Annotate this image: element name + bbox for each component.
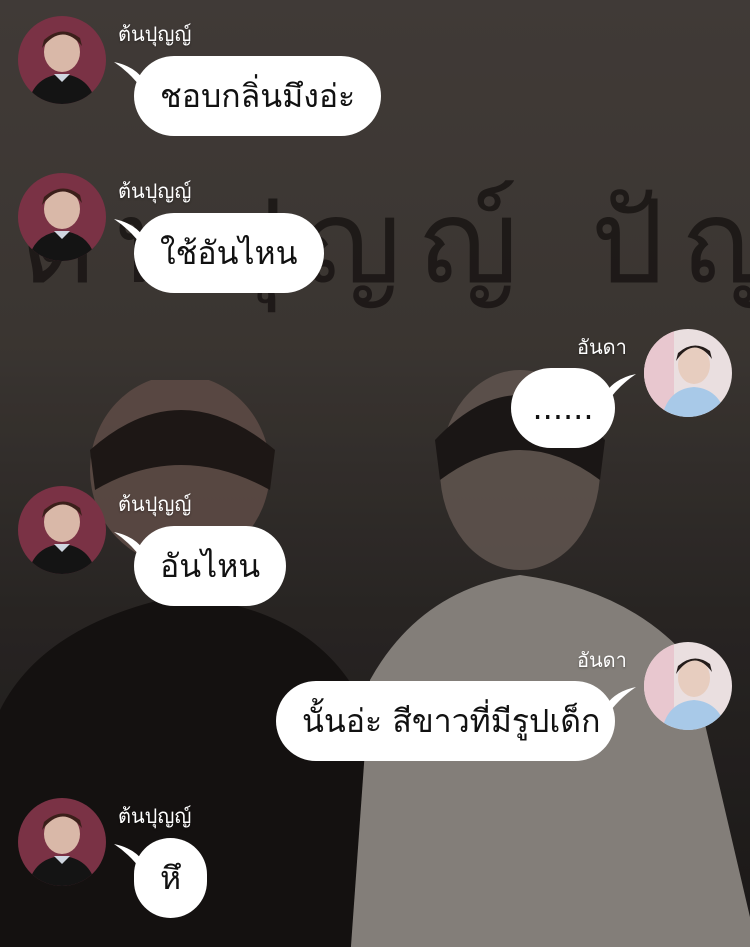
background-photo: ต้นปุญญ์ ปัญญ — [0, 0, 750, 947]
avatar[interactable] — [644, 329, 732, 417]
avatar[interactable] — [18, 798, 106, 886]
avatar-left-icon — [18, 486, 106, 574]
message-bubble[interactable]: อันไหน — [134, 526, 287, 606]
avatar-right-icon — [644, 329, 732, 417]
avatar[interactable] — [18, 486, 106, 574]
avatar-left-icon — [18, 173, 106, 261]
sender-name: ต้นปุญญ์ — [118, 22, 192, 46]
avatar[interactable] — [18, 16, 106, 104]
sender-name: ต้นปุญญ์ — [118, 804, 192, 828]
sender-name: ต้นปุญญ์ — [118, 179, 192, 203]
chat-screen: ต้นปุญญ์ ปัญญ ต้นปุญญ์ ชอบกล — [0, 0, 750, 947]
message-bubble[interactable]: ...... — [511, 368, 615, 448]
sender-name: อันดา — [577, 335, 627, 359]
avatar[interactable] — [644, 642, 732, 730]
avatar[interactable] — [18, 173, 106, 261]
sender-name: อันดา — [577, 648, 627, 672]
sender-name: ต้นปุญญ์ — [118, 492, 192, 516]
message-bubble[interactable]: นั้นอ่ะ สีขาวที่มีรูปเด็ก — [276, 681, 615, 761]
avatar-left-icon — [18, 798, 106, 886]
message-bubble[interactable]: ใช้อันไหน — [134, 213, 324, 293]
message-bubble[interactable]: ชอบกลิ่นมึงอ่ะ — [134, 56, 382, 136]
message-bubble[interactable]: หึ — [134, 838, 208, 918]
avatar-right-icon — [644, 642, 732, 730]
avatar-left-icon — [18, 16, 106, 104]
